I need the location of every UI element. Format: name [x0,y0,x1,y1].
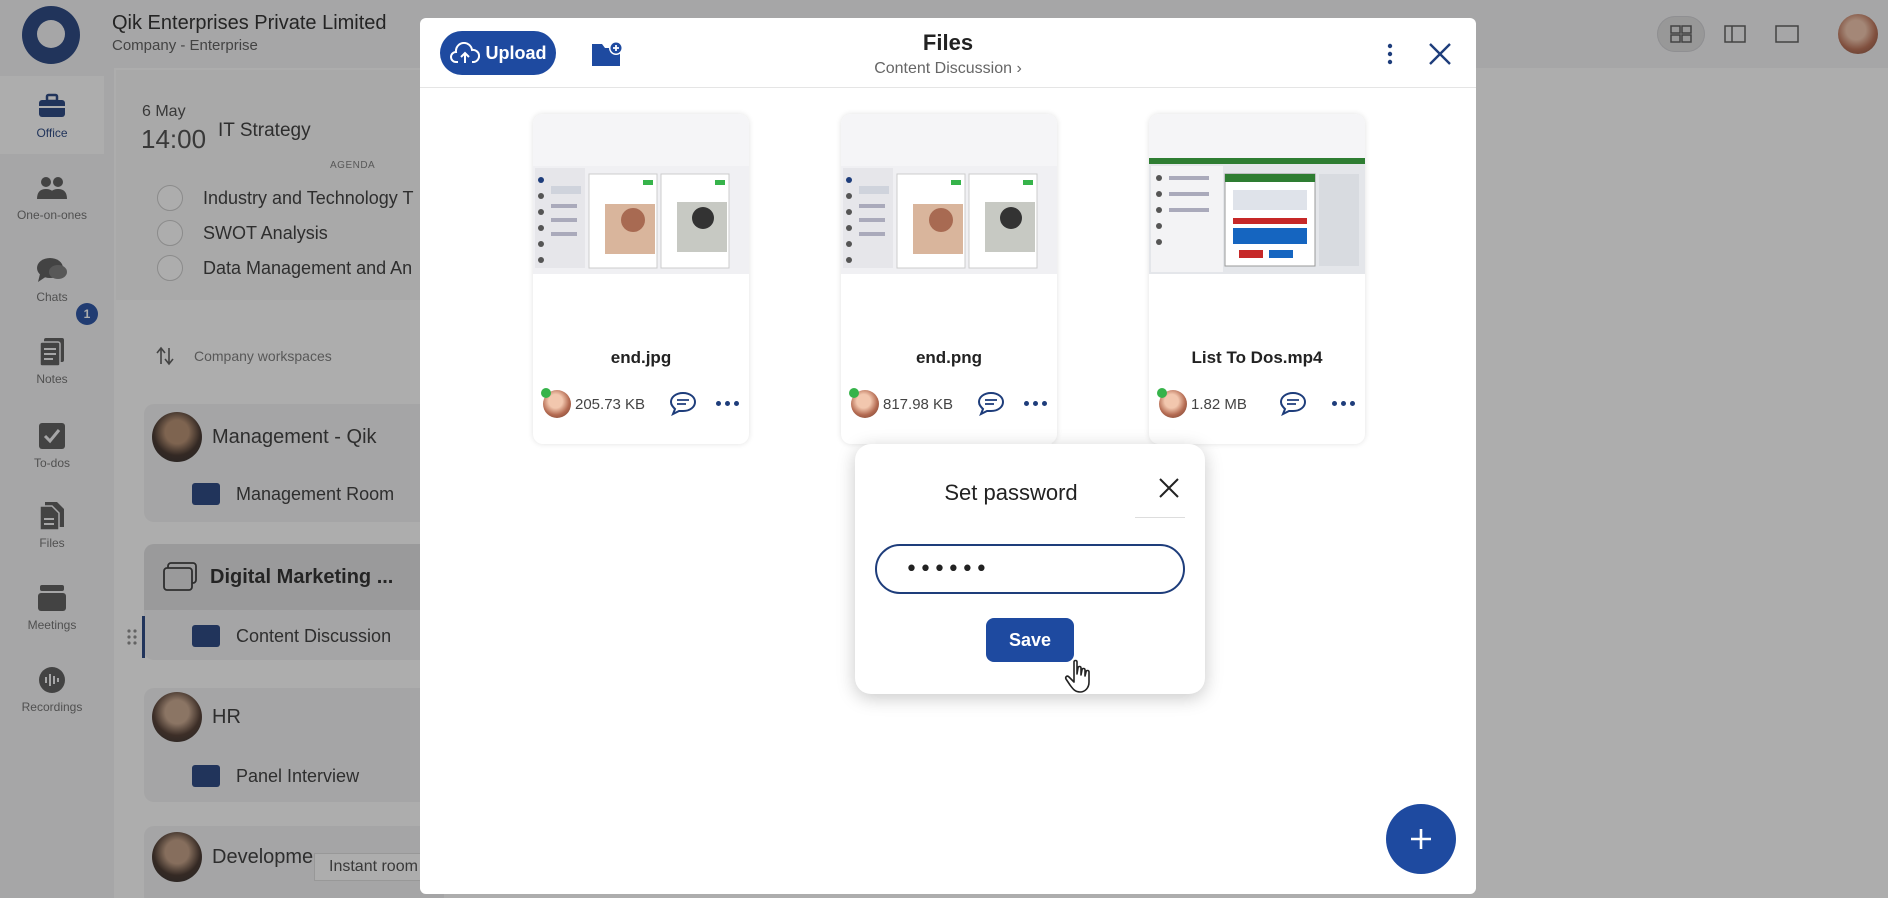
more-horizontal-icon[interactable] [1021,390,1049,416]
owner-avatar [849,388,879,418]
owner-avatar [541,388,571,418]
files-title: Files [922,30,974,55]
save-button[interactable]: Save [986,618,1074,662]
breadcrumb[interactable]: Content Discussion › [420,60,1476,78]
popover-title: Set password [944,480,1078,505]
comment-icon[interactable] [1279,390,1307,416]
file-card[interactable]: end.jpg 205.73 KB [533,114,749,444]
file-meta: 1.82 MB [1157,388,1357,420]
hand-cursor-icon [1064,659,1090,693]
file-card[interactable]: List To Dos.mp4 1.82 MB [1149,114,1365,444]
file-name: List To Dos.mp4 [1191,348,1323,367]
file-size: 817.98 KB [883,395,954,413]
more-horizontal-icon[interactable] [1329,390,1357,416]
file-thumbnail[interactable] [533,114,749,274]
close-icon[interactable] [1155,474,1183,502]
file-thumbnail[interactable] [841,114,1057,274]
file-meta: 205.73 KB [541,388,741,420]
file-thumbnail[interactable] [1149,114,1365,274]
add-file-button[interactable] [1386,804,1456,874]
set-password-popover: Set password Save [855,444,1205,694]
divider [1135,517,1185,518]
files-header: Upload Files Content Discussion › [420,18,1476,88]
close-icon[interactable] [1426,40,1454,68]
file-meta: 817.98 KB [849,388,1049,420]
owner-avatar [1157,388,1187,418]
file-name: end.jpg [610,348,672,367]
more-horizontal-icon[interactable] [713,390,741,416]
popover-arrow [1018,426,1054,446]
comment-icon[interactable] [977,390,1005,416]
file-size: 205.73 KB [575,395,646,413]
more-vertical-icon[interactable] [1380,40,1400,68]
plus-icon [1411,829,1431,849]
password-input[interactable] [875,544,1185,594]
file-name: end.png [915,348,983,367]
file-size: 1.82 MB [1191,395,1247,413]
file-card[interactable]: end.png 817.98 KB [841,114,1057,444]
comment-icon[interactable] [669,390,697,416]
